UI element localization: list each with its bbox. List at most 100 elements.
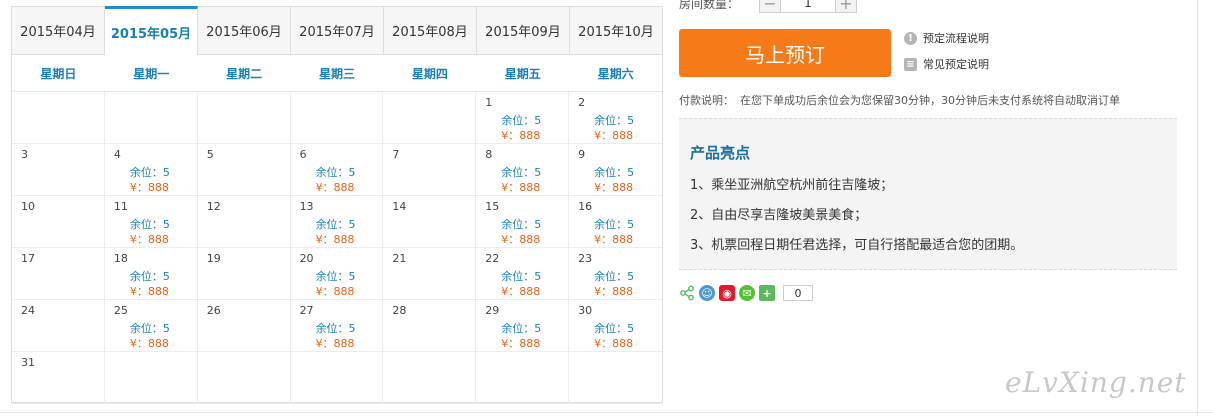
day-number: 19 [206, 252, 221, 265]
day-number: 27 [299, 304, 314, 317]
calendar-day-cell[interactable]: 11 余位：5 ¥：888 [104, 196, 198, 248]
qq-icon[interactable]: ☺ [699, 285, 715, 301]
day-price: ¥：888 [594, 337, 634, 350]
book-now-button[interactable]: 马上预订 [679, 29, 891, 77]
calendar-empty-cell [476, 352, 570, 404]
calendar-day-cell[interactable]: 9 余位：5 ¥：888 [569, 144, 662, 196]
day-price: ¥：888 [501, 337, 541, 350]
day-price: ¥：888 [594, 285, 634, 298]
day-price: ¥：888 [129, 181, 169, 194]
day-seats: 余位：5 [501, 270, 542, 283]
day-price: ¥：888 [501, 285, 541, 298]
calendar-day-cell: 26 [197, 300, 291, 352]
product-highlights: 产品亮点 1、乘坐亚洲航空杭州前往吉隆坡； 2、自由尽享吉隆坡美景美食； 3、机… [679, 118, 1177, 270]
day-number: 11 [113, 200, 128, 213]
share-count: 0 [783, 285, 813, 301]
day-number: 18 [113, 252, 128, 265]
calendar-day-cell[interactable]: 18 余位：5 ¥：888 [104, 248, 198, 300]
day-price: ¥：888 [315, 337, 355, 350]
day-price: ¥：888 [129, 285, 169, 298]
calendar-day-cell[interactable]: 27 余位：5 ¥：888 [290, 300, 384, 352]
day-number: 25 [113, 304, 128, 317]
day-seats: 余位：5 [594, 322, 635, 335]
day-seats: 余位：5 [594, 166, 635, 179]
day-number: 6 [299, 148, 307, 161]
tab-2015-04[interactable]: 2015年04月 [12, 7, 105, 54]
price-calendar: 2015年04月 2015年05月 2015年06月 2015年07月 2015… [11, 6, 663, 404]
calendar-day-cell[interactable]: 25 余位：5 ¥：888 [104, 300, 198, 352]
day-seats: 余位：5 [501, 218, 542, 231]
calendar-day-cell: 19 [197, 248, 291, 300]
calendar-empty-cell [104, 352, 198, 404]
calendar-day-cell: 10 [12, 196, 105, 248]
day-number: 26 [206, 304, 221, 317]
tab-2015-05[interactable]: 2015年05月 [105, 6, 198, 55]
day-seats: 余位：5 [594, 218, 635, 231]
day-seats: 余位：5 [501, 166, 542, 179]
payment-note-label: 付款说明： [679, 94, 734, 107]
day-seats: 余位：5 [315, 166, 356, 179]
quantity-plus-button[interactable]: + [835, 0, 857, 13]
day-number: 2 [578, 96, 586, 109]
calendar-day-cell: 21 [383, 248, 477, 300]
day-number: 1 [485, 96, 493, 109]
weekday-wed: 星期三 [319, 66, 356, 81]
booking-flow-link[interactable]: ! 预定流程说明 [904, 30, 989, 46]
day-number: 3 [21, 148, 28, 161]
weekday-thu: 星期四 [411, 66, 448, 81]
calendar-day-cell[interactable]: 30 余位：5 ¥：888 [569, 300, 662, 352]
calendar-day-cell: 12 [197, 196, 291, 248]
calendar-day-cell[interactable]: 22 余位：5 ¥：888 [476, 248, 570, 300]
day-number: 8 [485, 148, 493, 161]
calendar-empty-cell [290, 92, 384, 144]
day-number: 12 [206, 200, 221, 213]
quantity-minus-button[interactable]: − [759, 0, 781, 13]
weekday-fri: 星期五 [504, 66, 541, 81]
calendar-day-cell[interactable]: 2 余位：5 ¥：888 [569, 92, 662, 144]
calendar-day-cell[interactable]: 6 余位：5 ¥：888 [290, 144, 384, 196]
day-number: 20 [299, 252, 314, 265]
month-tabs: 2015年04月 2015年05月 2015年06月 2015年07月 2015… [12, 6, 662, 55]
tab-2015-09[interactable]: 2015年09月 [477, 7, 570, 54]
day-seats: 余位：5 [315, 322, 356, 335]
more-icon[interactable]: + [759, 285, 775, 301]
day-number: 31 [21, 356, 35, 369]
day-number: 4 [113, 148, 121, 161]
calendar-empty-cell [383, 352, 477, 404]
calendar-day-cell[interactable]: 4 余位：5 ¥：888 [104, 144, 198, 196]
calendar-day-cell: 28 [383, 300, 477, 352]
payment-note: 付款说明： 在您下单成功后余位会为您保留30分钟，30分钟后未支付系统将自动取消订… [679, 92, 1120, 108]
day-number: 7 [392, 148, 400, 161]
share-icon[interactable] [679, 285, 695, 301]
day-price: ¥：888 [129, 337, 169, 350]
share-bar: ☺ ◉ ✉ + 0 [679, 285, 813, 301]
calendar-day-cell[interactable]: 20 余位：5 ¥：888 [290, 248, 384, 300]
calendar-day-cell[interactable]: 13 余位：5 ¥：888 [290, 196, 384, 248]
wechat-icon[interactable]: ✉ [739, 285, 755, 301]
day-seats: 余位：5 [129, 270, 170, 283]
calendar-day-cell: 14 [383, 196, 477, 248]
tab-2015-08[interactable]: 2015年08月 [384, 7, 477, 54]
calendar-day-cell: 3 [12, 144, 105, 196]
day-number: 13 [299, 200, 314, 213]
tab-2015-06[interactable]: 2015年06月 [198, 7, 291, 54]
calendar-day-cell[interactable]: 16 余位：5 ¥：888 [569, 196, 662, 248]
tab-2015-07[interactable]: 2015年07月 [291, 7, 384, 54]
calendar-empty-cell [197, 352, 291, 404]
calendar-day-cell[interactable]: 29 余位：5 ¥：888 [476, 300, 570, 352]
weekday-sat: 星期六 [597, 66, 634, 81]
quantity-input[interactable]: 1 [781, 0, 835, 13]
booking-faq-link[interactable]: ≡ 常见预定说明 [904, 56, 989, 72]
calendar-day-cell[interactable]: 8 余位：5 ¥：888 [476, 144, 570, 196]
highlight-item: 2、自由尽享吉隆坡美景美食； [690, 208, 868, 223]
day-number: 30 [578, 304, 593, 317]
calendar-day-cell[interactable]: 1 余位：5 ¥：888 [476, 92, 570, 144]
day-number: 16 [578, 200, 593, 213]
weibo-icon[interactable]: ◉ [719, 285, 735, 301]
calendar-day-cell[interactable]: 23 余位：5 ¥：888 [569, 248, 662, 300]
calendar-day-cell: 5 [197, 144, 291, 196]
day-seats: 余位：5 [315, 270, 356, 283]
day-number: 29 [485, 304, 500, 317]
calendar-day-cell[interactable]: 15 余位：5 ¥：888 [476, 196, 570, 248]
tab-2015-10[interactable]: 2015年10月 [570, 7, 662, 54]
